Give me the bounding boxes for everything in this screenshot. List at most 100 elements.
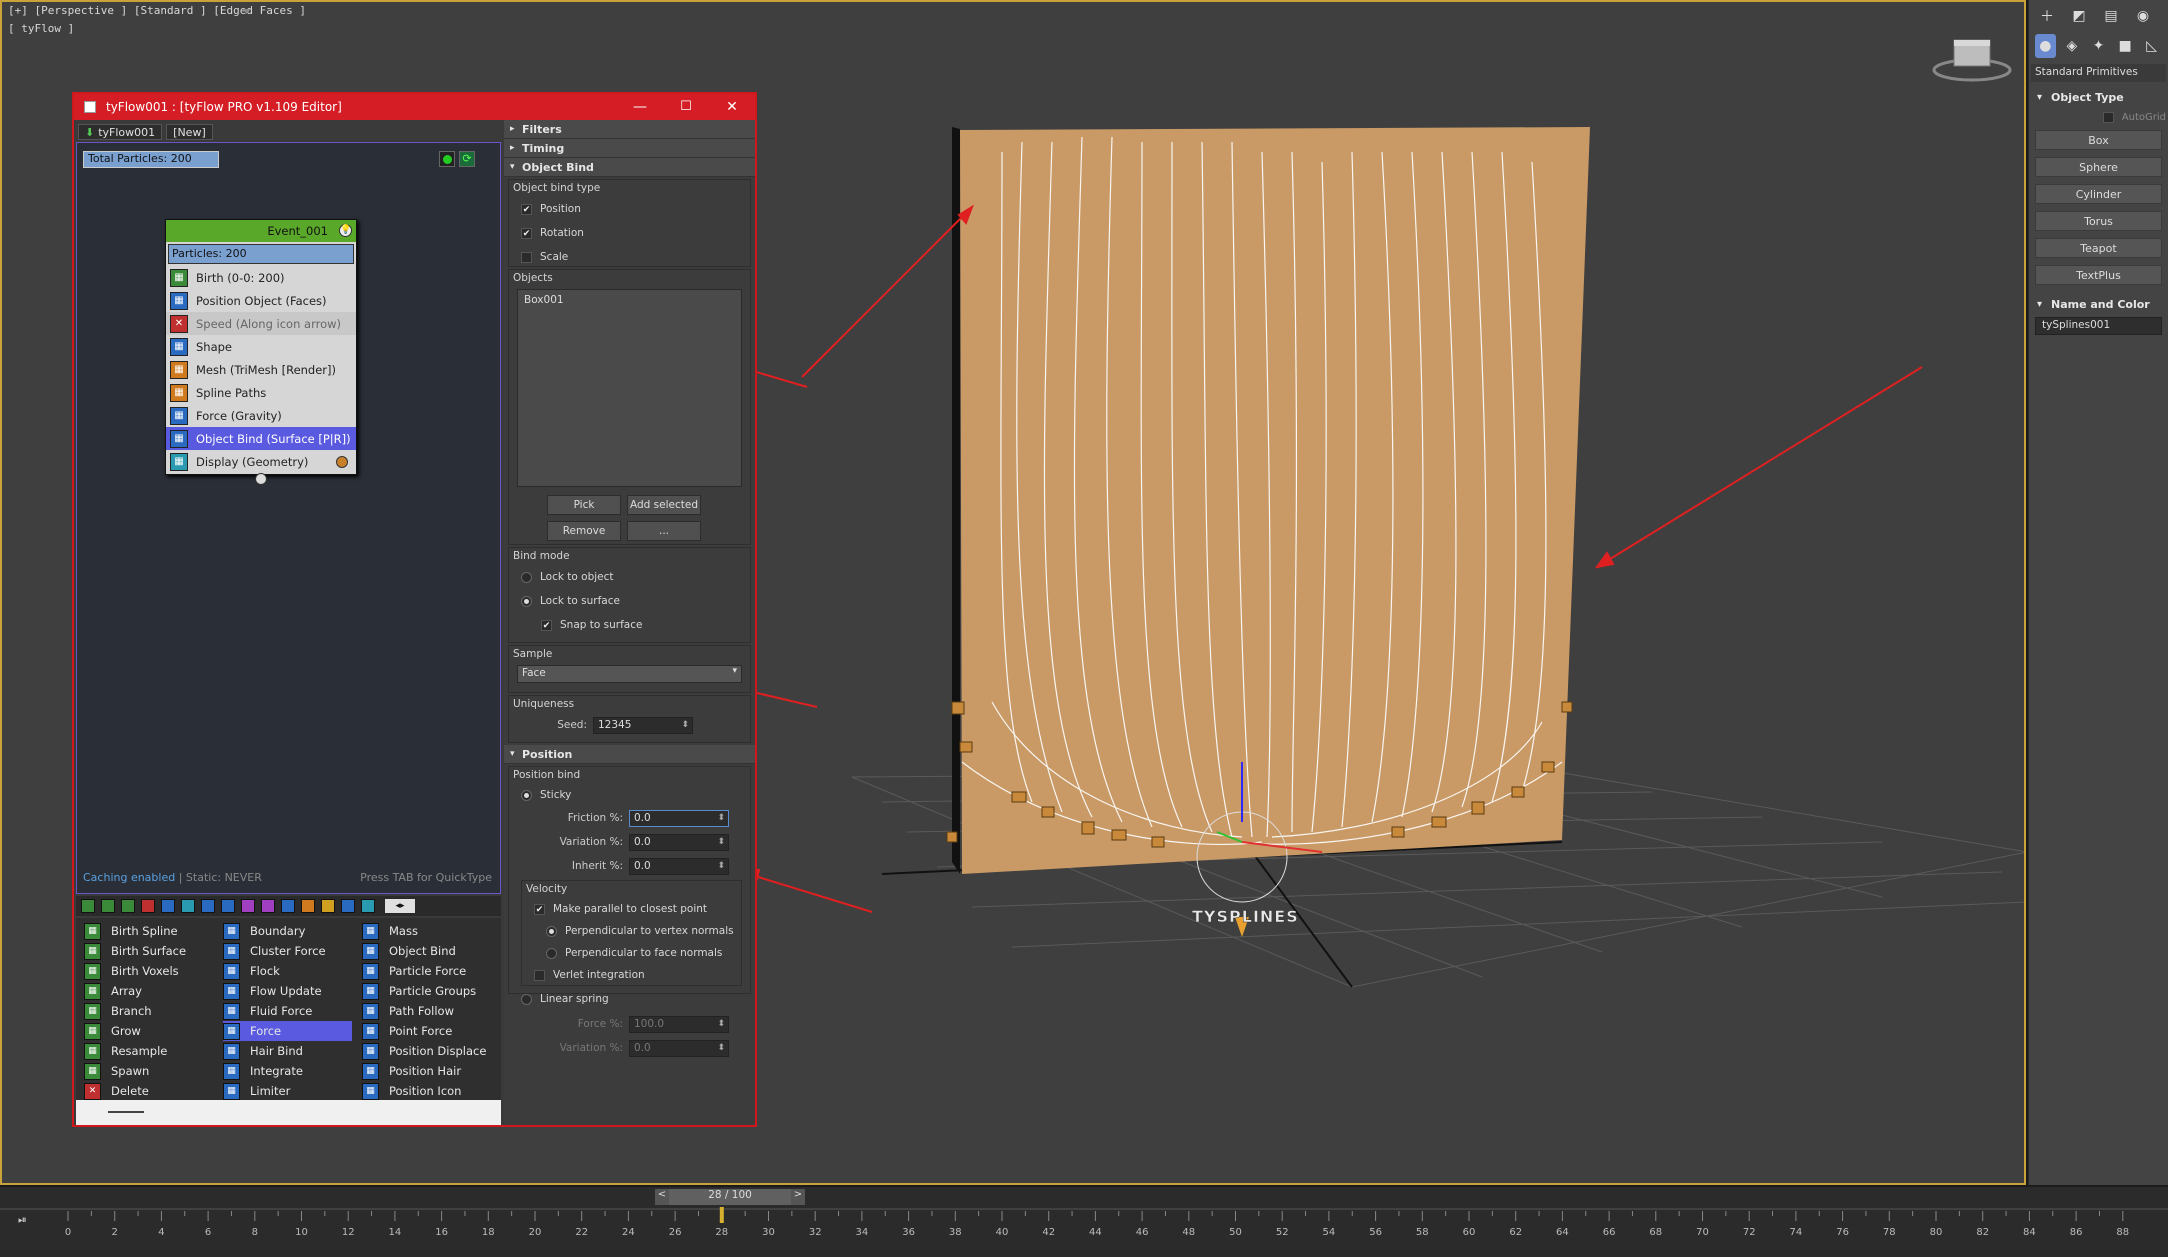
perp-vertex-radio[interactable]: Perpendicular to vertex normals xyxy=(522,920,741,942)
operator-palette-item[interactable]: ▦ Resample xyxy=(84,1041,223,1061)
filters-rollout[interactable]: Filters xyxy=(504,120,755,139)
operator-category-icon[interactable] xyxy=(321,899,335,913)
operator-category-icon[interactable] xyxy=(281,899,295,913)
name-and-color-rollout[interactable]: Name and Color xyxy=(2029,293,2168,315)
operator-palette-item[interactable]: ▦ Position Displace xyxy=(362,1041,501,1061)
event-operator[interactable]: ▦ Object Bind (Surface [P|R]) xyxy=(166,427,356,450)
event-header[interactable]: Event_001 💡 xyxy=(166,220,356,242)
sample-dropdown[interactable]: Face ▾ xyxy=(517,665,742,683)
operator-palette-item[interactable]: ▦ Spawn xyxy=(84,1061,223,1081)
operator-palette-item[interactable]: ▦ Branch xyxy=(84,1001,223,1021)
object-bind-rollout[interactable]: Object Bind xyxy=(504,158,755,177)
operator-category-icon[interactable] xyxy=(201,899,215,913)
friction-spinner[interactable]: 0.0 xyxy=(629,809,729,827)
operator-palette-item[interactable]: ▦ Mass xyxy=(362,921,501,941)
objects-list[interactable]: Box001 xyxy=(517,289,742,487)
operator-category-icon[interactable] xyxy=(121,899,135,913)
operator-category-icon[interactable] xyxy=(161,899,175,913)
variation2-spinner[interactable]: 0.0 xyxy=(629,1039,729,1057)
event-operator[interactable]: ▦ Shape xyxy=(166,335,356,358)
perp-face-radio[interactable]: Perpendicular to face normals xyxy=(522,942,741,964)
event-operator[interactable]: ▦ Mesh (TriMesh [Render]) xyxy=(166,358,356,381)
add-selected-button[interactable]: Add selected xyxy=(627,495,701,515)
event-output-socket[interactable] xyxy=(255,473,267,485)
rotation-checkbox[interactable]: ✔ Rotation xyxy=(509,221,750,245)
operator-palette-item[interactable]: ▦ Flow Update xyxy=(223,981,362,1001)
operator-palette-item[interactable]: ▦ Point Force xyxy=(362,1021,501,1041)
operator-palette-item[interactable]: ▦ Limiter xyxy=(223,1081,362,1101)
linear-spring-radio[interactable]: Linear spring xyxy=(509,986,750,1012)
event-operator[interactable]: ▦ Display (Geometry) xyxy=(166,450,356,473)
object-type-rollout[interactable]: Object Type xyxy=(2029,86,2168,108)
operator-category-icon[interactable] xyxy=(261,899,275,913)
operator-category-icon[interactable] xyxy=(301,899,315,913)
cameras-icon[interactable]: ■ xyxy=(2115,34,2136,58)
event-operator[interactable]: ▦ Position Object (Faces) xyxy=(166,289,356,312)
operator-palette-item[interactable]: ▦ Position Icon xyxy=(362,1081,501,1101)
scroll-thumb[interactable] xyxy=(108,1111,144,1113)
operator-palette-item[interactable]: ▦ Array xyxy=(84,981,223,1001)
operator-palette-item[interactable]: ▦ Particle Force xyxy=(362,961,501,981)
tyflow-title-bar[interactable]: tyFlow001 : [tyFlow PRO v1.109 Editor] —… xyxy=(74,94,755,120)
category-dropdown[interactable]: Standard Primitives xyxy=(2031,64,2166,82)
seed-spinner[interactable]: 12345 xyxy=(593,716,693,734)
operator-palette-item[interactable]: ▦ Cluster Force xyxy=(223,941,362,961)
refresh-icon[interactable]: ⟳ xyxy=(459,151,475,167)
verlet-checkbox[interactable]: Verlet integration xyxy=(522,964,741,986)
snap-to-surface-checkbox[interactable]: ✔ Snap to surface xyxy=(509,613,750,637)
teapot-button[interactable]: Teapot xyxy=(2035,238,2162,258)
inherit-spinner[interactable]: 0.0 xyxy=(629,857,729,875)
operator-category-icon[interactable] xyxy=(221,899,235,913)
close-icon[interactable]: ✕ xyxy=(709,99,755,115)
operator-category-icon[interactable] xyxy=(81,899,95,913)
textplus-button[interactable]: TextPlus xyxy=(2035,265,2162,285)
operator-palette-item[interactable]: ▦ Particle Groups xyxy=(362,981,501,1001)
operator-palette-item[interactable]: ▦ Grow xyxy=(84,1021,223,1041)
next-frame-button[interactable]: > xyxy=(791,1189,805,1205)
torus-button[interactable]: Torus xyxy=(2035,211,2162,231)
modify-tab-icon[interactable]: ◩ xyxy=(2067,4,2091,28)
hierarchy-tab-icon[interactable]: ▤ xyxy=(2099,4,2123,28)
toolbar-scroll-icon[interactable]: ◂▸ xyxy=(385,899,415,913)
lock-to-surface-radio[interactable]: Lock to surface xyxy=(509,589,750,613)
operator-palette-item[interactable]: ▦ Integrate xyxy=(223,1061,362,1081)
frame-readout[interactable]: 28 / 100 xyxy=(669,1189,791,1205)
event-operator[interactable]: ✕ Speed (Along icon arrow) xyxy=(166,312,356,335)
event-operator[interactable]: ▦ Birth (0-0: 200) xyxy=(166,266,356,289)
bulb-icon[interactable]: 💡 xyxy=(339,224,352,237)
more-button[interactable]: ... xyxy=(627,521,701,541)
operator-palette-item[interactable]: ▦ Boundary xyxy=(223,921,362,941)
operator-category-icon[interactable] xyxy=(241,899,255,913)
timeline-ruler[interactable]: 0 2 4 6 8 10 12 14 16 18 20 22 24 26 28 30 32 34 36 38 40 42 4… xyxy=(0,1207,2168,1247)
make-parallel-checkbox[interactable]: ✔ Make parallel to closest point xyxy=(522,898,741,920)
operator-category-icon[interactable] xyxy=(341,899,355,913)
geometry-icon[interactable]: ● xyxy=(2035,34,2056,58)
display-color-swatch[interactable] xyxy=(336,455,348,468)
event-node[interactable]: Event_001 💡 Particles: 200 ▦ Birth (0-0: … xyxy=(165,219,357,475)
helpers-icon[interactable]: ◺ xyxy=(2141,34,2162,58)
flow-tab-new[interactable]: [New] xyxy=(166,124,213,140)
maximize-icon[interactable]: ☐ xyxy=(663,99,709,115)
variation-spinner[interactable]: 0.0 xyxy=(629,833,729,851)
lights-icon[interactable]: ✦ xyxy=(2088,34,2109,58)
cylinder-button[interactable]: Cylinder xyxy=(2035,184,2162,204)
operator-category-icon[interactable] xyxy=(141,899,155,913)
operator-palette-item[interactable]: ▦ Position Hair xyxy=(362,1061,501,1081)
box-button[interactable]: Box xyxy=(2035,130,2162,150)
shapes-icon[interactable]: ◈ xyxy=(2062,34,2083,58)
operator-palette-item[interactable]: ▦ Path Follow xyxy=(362,1001,501,1021)
operator-palette-item[interactable]: ▦ Object Bind xyxy=(362,941,501,961)
position-rollout[interactable]: Position xyxy=(504,745,755,764)
palette-scrollbar[interactable] xyxy=(76,1100,501,1125)
flow-tab-tyflow001[interactable]: ⬇ tyFlow001 xyxy=(78,124,163,140)
event-operator[interactable]: ▦ Force (Gravity) xyxy=(166,404,356,427)
object-list-item[interactable]: Box001 xyxy=(524,294,735,306)
create-tab-icon[interactable]: ＋ xyxy=(2035,4,2059,28)
autogrid-box[interactable] xyxy=(2102,111,2114,123)
time-slider[interactable]: < 28 / 100 > xyxy=(655,1189,805,1205)
operator-palette-item[interactable]: ▦ Fluid Force xyxy=(223,1001,362,1021)
force-spinner[interactable]: 100.0 xyxy=(629,1015,729,1033)
motion-tab-icon[interactable]: ◉ xyxy=(2131,4,2155,28)
operator-category-icon[interactable] xyxy=(181,899,195,913)
operator-category-icon[interactable] xyxy=(101,899,115,913)
